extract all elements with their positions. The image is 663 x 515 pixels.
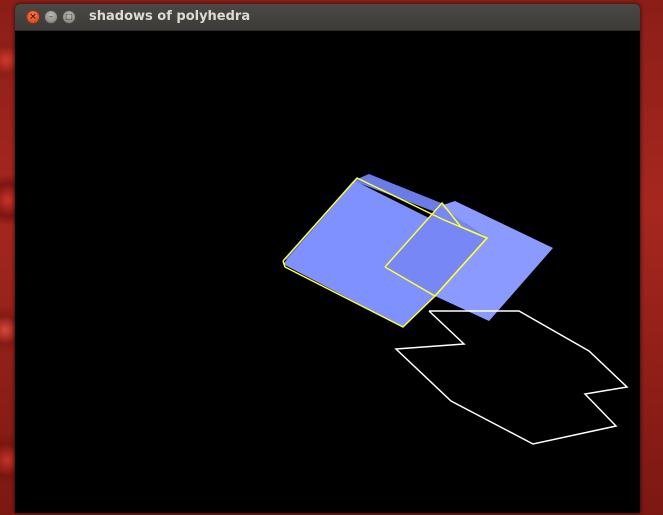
maximize-icon: □ xyxy=(65,12,73,21)
close-icon: × xyxy=(29,11,37,22)
minimize-icon: – xyxy=(48,11,54,22)
minimize-button[interactable]: – xyxy=(44,10,58,24)
close-button[interactable]: × xyxy=(26,10,40,24)
maximize-button[interactable]: □ xyxy=(62,10,76,24)
scene-svg xyxy=(282,174,629,445)
render-canvas[interactable] xyxy=(15,31,640,513)
app-window: × – □ shadows of polyhedra xyxy=(15,4,640,513)
shadow-outline xyxy=(394,310,629,445)
window-title: shadows of polyhedra xyxy=(89,9,251,24)
title-bar[interactable]: × – □ shadows of polyhedra xyxy=(15,4,640,31)
